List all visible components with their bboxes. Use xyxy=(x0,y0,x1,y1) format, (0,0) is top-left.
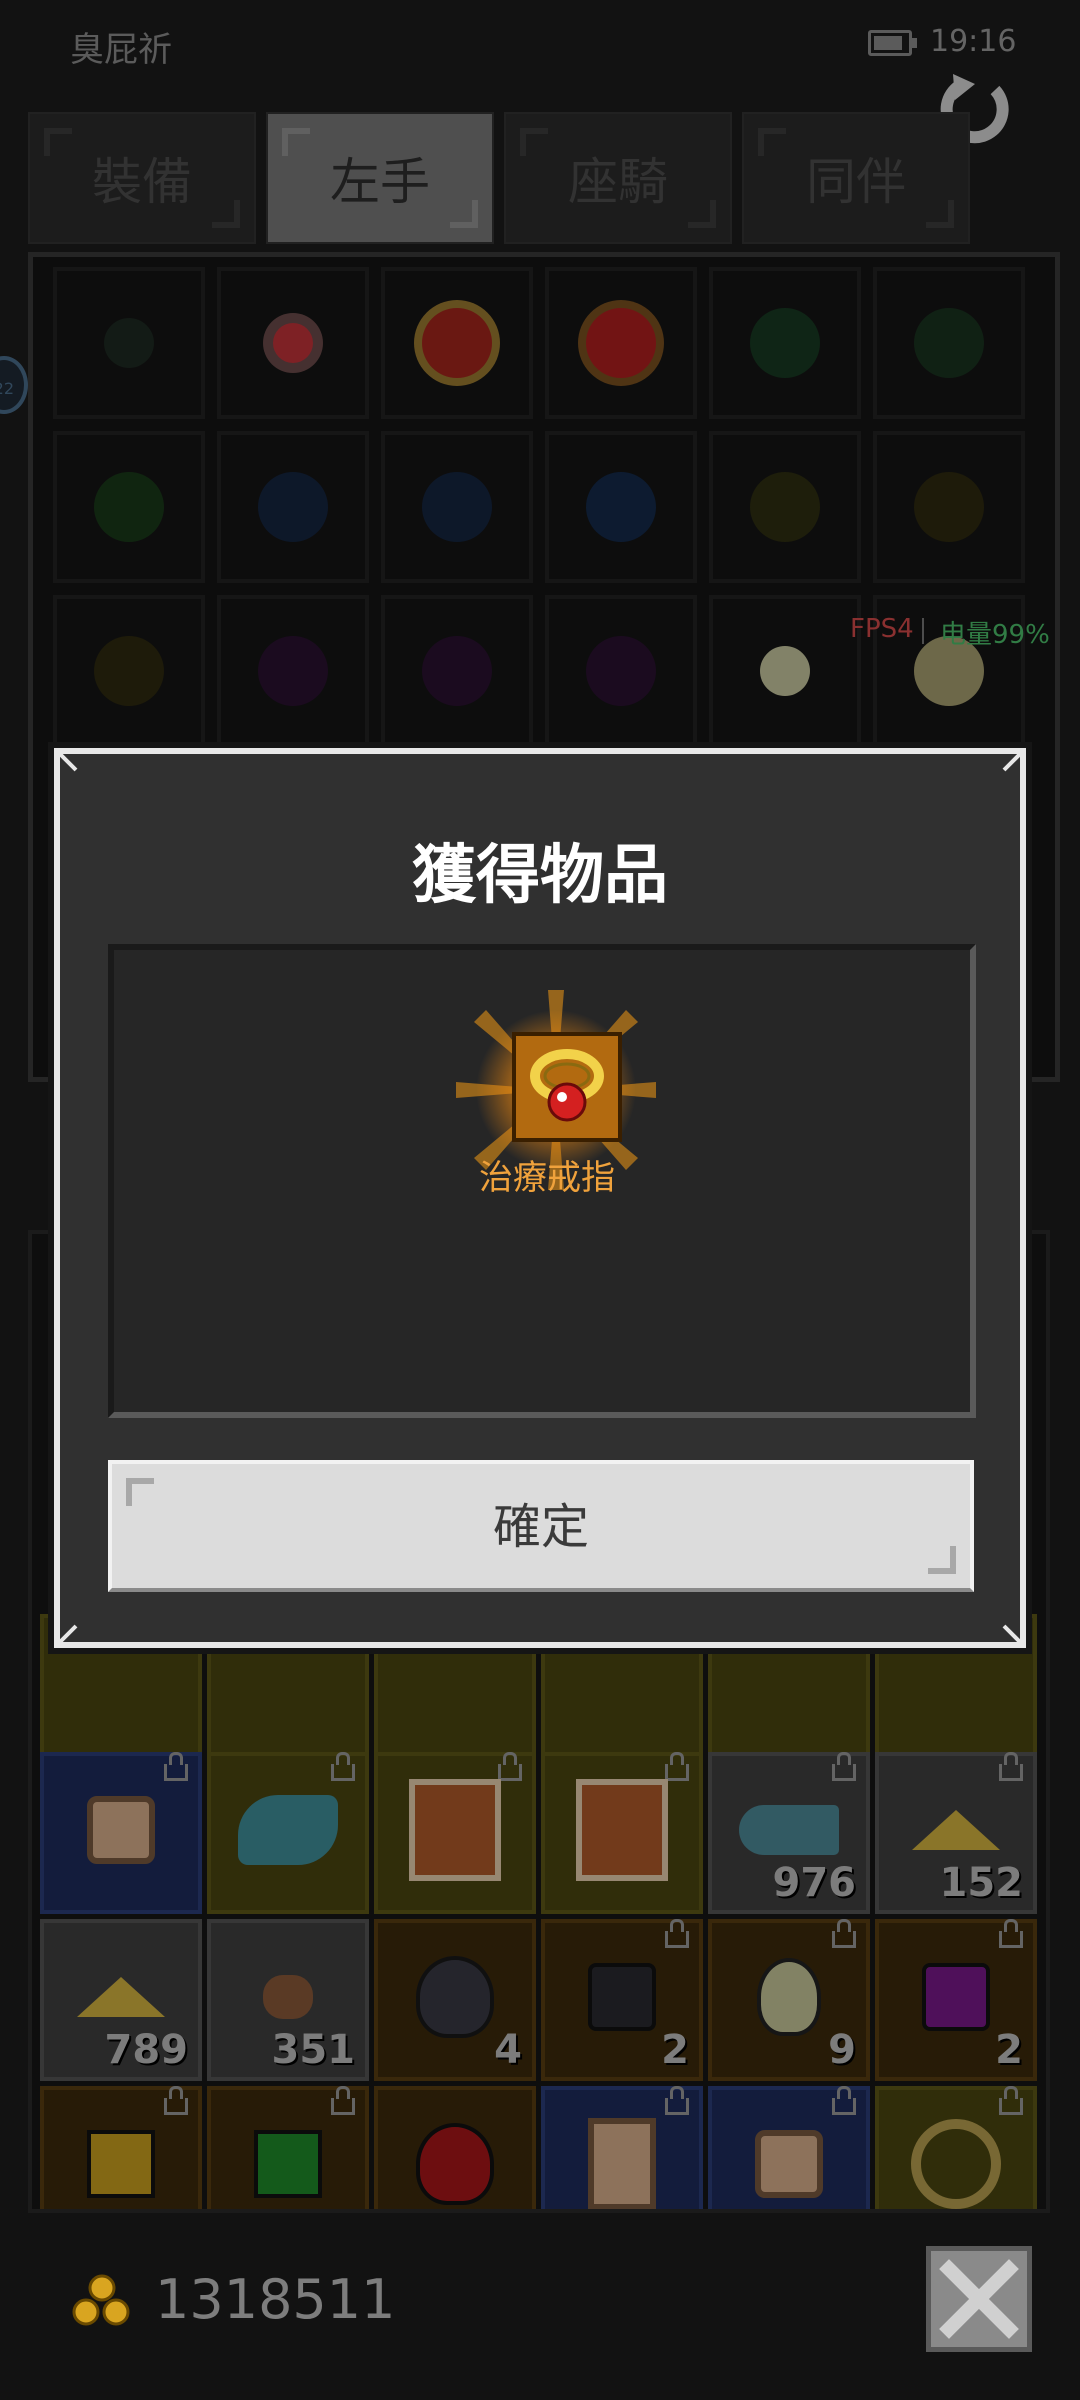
healing-ring-item[interactable] xyxy=(512,1032,622,1142)
corner-ornament xyxy=(1002,748,1026,772)
ring-icon xyxy=(530,1049,604,1122)
item-obtained-dialog: 獲得物品 治療戒指 確定 xyxy=(54,748,1026,1648)
item-name: 治療戒指 xyxy=(479,1158,615,1198)
gold-coins-icon xyxy=(72,2274,130,2326)
reward-box: 治療戒指 xyxy=(108,944,976,1418)
corner-ornament xyxy=(1002,1624,1026,1648)
close-button[interactable] xyxy=(926,2246,1032,2352)
gold-amount: 1318511 xyxy=(155,2268,396,2331)
confirm-label: 確定 xyxy=(492,1499,589,1555)
confirm-button[interactable]: 確定 xyxy=(108,1460,974,1592)
dialog-title: 獲得物品 xyxy=(412,839,668,913)
corner-ornament xyxy=(54,1624,78,1648)
corner-ornament xyxy=(54,748,78,772)
close-icon xyxy=(939,2259,1019,2339)
